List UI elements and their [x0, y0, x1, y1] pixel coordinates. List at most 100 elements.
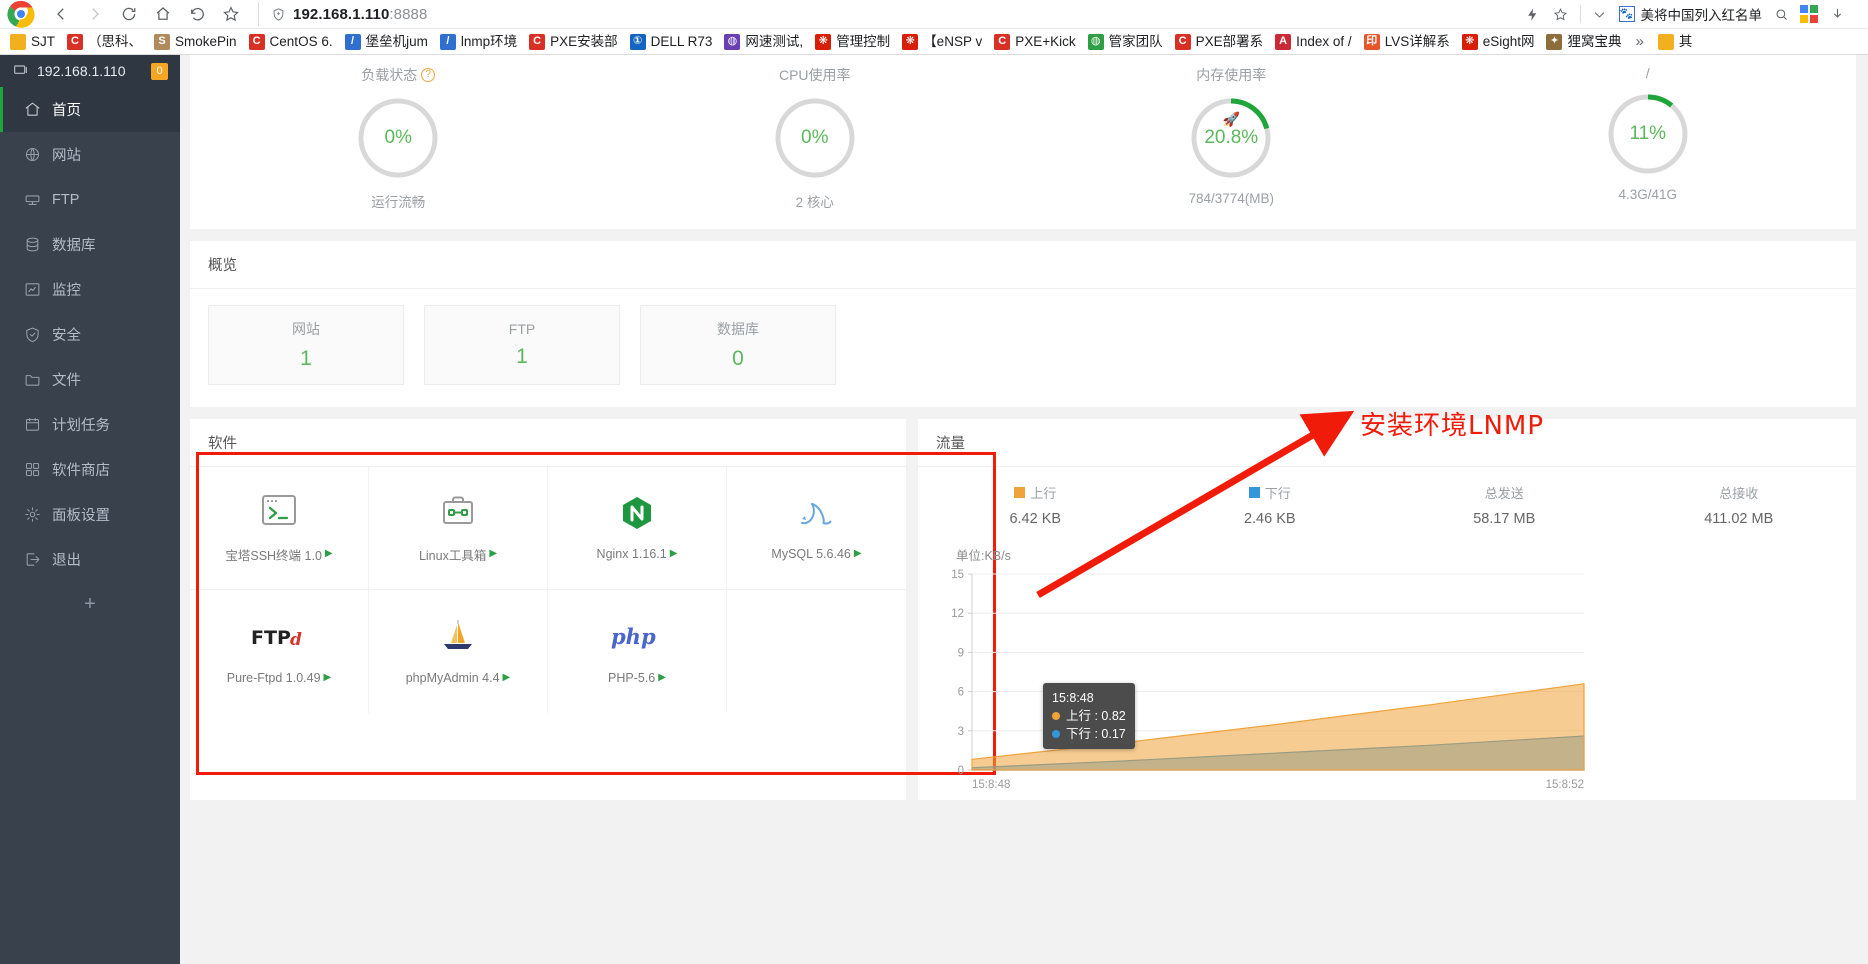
sidebar-item-4[interactable]: 数据库 [0, 222, 180, 267]
bookmark-item[interactable]: C PXE+Kick [988, 30, 1081, 54]
play-icon[interactable]: ▶ [658, 672, 666, 683]
home-button[interactable] [146, 0, 180, 28]
bookmark-item[interactable]: S SmokePin [148, 30, 243, 54]
bookmark-item[interactable]: C PXE安装部 [523, 30, 624, 54]
pureftpd-icon: FTP d [249, 619, 309, 655]
play-icon[interactable]: ▶ [325, 549, 333, 559]
software-item[interactable]: MySQL 5.6.46 ▶ [727, 467, 906, 590]
bookmark-item[interactable]: C PXE部署系 [1169, 30, 1270, 54]
play-icon[interactable]: ▶ [503, 672, 511, 683]
help-icon[interactable]: ? [421, 68, 436, 82]
monitor-icon [24, 281, 41, 298]
sidebar-item-10[interactable]: 面板设置 [0, 492, 180, 537]
flow-title: 流量 [918, 419, 1856, 467]
chevron-down-icon[interactable] [1587, 2, 1613, 26]
sidebar-item-7[interactable]: 文件 [0, 357, 180, 402]
bookmark-item[interactable]: SJT [4, 30, 61, 54]
bookmark-item[interactable]: 印 LVS详解系 [1358, 30, 1456, 54]
bookmark-item[interactable]: ✦ 狸窝宝典 [1540, 30, 1627, 54]
play-icon[interactable]: ▶ [670, 549, 678, 559]
software-item[interactable]: 宝塔SSH终端 1.0 ▶ [190, 467, 369, 590]
overview-boxes: 网站 1 FTP 1 数据库 0 [190, 289, 1856, 407]
sidebar-item-2[interactable]: 网站 [0, 132, 180, 177]
gauge-title: 负载状态? [361, 65, 436, 85]
sidebar-item-6[interactable]: 安全 [0, 312, 180, 357]
c-icon: C [67, 33, 84, 50]
star-icon[interactable] [1548, 2, 1574, 26]
sidebar-item-11[interactable]: 退出 [0, 537, 180, 582]
bookmark-item[interactable]: ❋ 【eNSP v [896, 30, 988, 54]
sidebar-item-1[interactable]: 首页 [0, 87, 180, 132]
software-item[interactable]: FTP d Pure-Ftpd 1.0.49 ▶ [190, 590, 369, 713]
software-item[interactable]: Nginx 1.16.1 ▶ [548, 467, 727, 590]
overview-box[interactable]: 数据库 0 [640, 305, 836, 385]
overview-box[interactable]: FTP 1 [424, 305, 620, 385]
bookmark-label: 狸窝宝典 [1567, 33, 1622, 49]
c-icon: C [529, 33, 546, 50]
bookmark-item[interactable]: C （思科、 [61, 30, 148, 54]
forward-button[interactable] [78, 0, 112, 28]
software-item[interactable]: php PHP-5.6 ▶ [548, 590, 727, 713]
gauge-title: CPU使用率 [779, 65, 851, 85]
bookmarks-overflow-button[interactable]: » [1627, 33, 1651, 50]
overview-box-value: 1 [516, 345, 528, 368]
tooltip-download: 下行 : 0.17 [1066, 727, 1126, 742]
svg-text:0: 0 [958, 765, 964, 777]
software-item[interactable]: phpMyAdmin 4.4 ▶ [369, 590, 548, 713]
flow-stat-value: 58.17 MB [1473, 511, 1536, 527]
sidebar-item-9[interactable]: 软件商店 [0, 447, 180, 492]
flow-stat: 下行 2.46 KB [1153, 483, 1388, 527]
lightning-icon[interactable] [1520, 2, 1546, 26]
extensions-grid-icon[interactable] [1796, 2, 1822, 26]
svg-text:15: 15 [951, 569, 964, 581]
svg-text:9: 9 [958, 647, 964, 659]
gear-icon [24, 506, 41, 523]
flow-stat-label-wrap: 总发送 [1485, 483, 1524, 502]
address-bar[interactable]: 192.168.1.110:8888 🐾 美将中国列入红名单 [258, 2, 1854, 26]
c-icon: C [248, 33, 265, 50]
overview-box-value: 1 [300, 347, 312, 370]
logout-icon [24, 551, 41, 568]
search-shortcut[interactable]: 🐾 美将中国列入红名单 [1615, 4, 1767, 24]
back-button[interactable] [44, 0, 78, 28]
play-icon[interactable]: ▶ [324, 672, 332, 683]
site-info-icon[interactable] [271, 7, 286, 22]
sidebar-host[interactable]: 192.168.1.110 0 [0, 55, 180, 87]
bookmark-star-button[interactable] [214, 0, 248, 28]
bookmark-item[interactable]: ❋ 管理控制 [809, 30, 896, 54]
software-item[interactable]: Linux工具箱 ▶ [369, 467, 548, 590]
bookmark-item[interactable]: ❋ eSight网 [1456, 30, 1541, 54]
sidebar-item-8[interactable]: 计划任务 [0, 402, 180, 447]
bookmark-item[interactable]: ① DELL R73 [624, 30, 719, 54]
play-icon[interactable]: ▶ [854, 549, 862, 559]
sidebar-item-3[interactable]: FTP [0, 177, 180, 222]
huawei-icon: ❋ [1461, 33, 1478, 50]
bookmark-item[interactable]: C CentOS 6. [243, 30, 339, 54]
c-icon: C [994, 33, 1011, 50]
globe-icon [24, 146, 41, 163]
bookmark-label: PXE部署系 [1195, 33, 1264, 49]
download-icon[interactable] [1824, 2, 1850, 26]
history-back-button[interactable] [180, 0, 214, 28]
flow-stat-label-wrap: 总接收 [1719, 483, 1758, 502]
phpmyadmin-icon [439, 619, 477, 655]
bookmark-item[interactable]: ◍ 管家团队 [1082, 30, 1169, 54]
flow-stat-label: 上行 [1030, 486, 1057, 501]
sidebar-item-5[interactable]: 监控 [0, 267, 180, 312]
bookmark-item[interactable]: / lnmp环境 [434, 30, 523, 54]
bookmark-item[interactable]: A Index of / [1269, 30, 1358, 54]
play-icon[interactable]: ▶ [489, 549, 497, 559]
bookmark-item[interactable]: ◍ 网速测试, [718, 30, 809, 54]
traffic-chart[interactable]: 单位:KB/s 0 3 6 9 12 15 15:8:48 15:8:52 15:8:48 上… [918, 533, 1856, 800]
bookmark-label: 管理控制 [836, 33, 891, 49]
gauge-title: 内存使用率 [1196, 65, 1266, 85]
flow-stat-value: 6.42 KB [1009, 511, 1062, 527]
gauge-ring: 0% [355, 95, 441, 181]
reload-button[interactable] [112, 0, 146, 28]
other-bookmarks-button[interactable]: 其 [1652, 30, 1699, 54]
gauge-title-label: 负载状态 [361, 67, 418, 83]
overview-box[interactable]: 网站 1 [208, 305, 404, 385]
search-icon[interactable] [1768, 2, 1794, 26]
add-server-button[interactable]: + [0, 582, 180, 626]
bookmark-item[interactable]: / 堡垒机jum [339, 30, 434, 54]
